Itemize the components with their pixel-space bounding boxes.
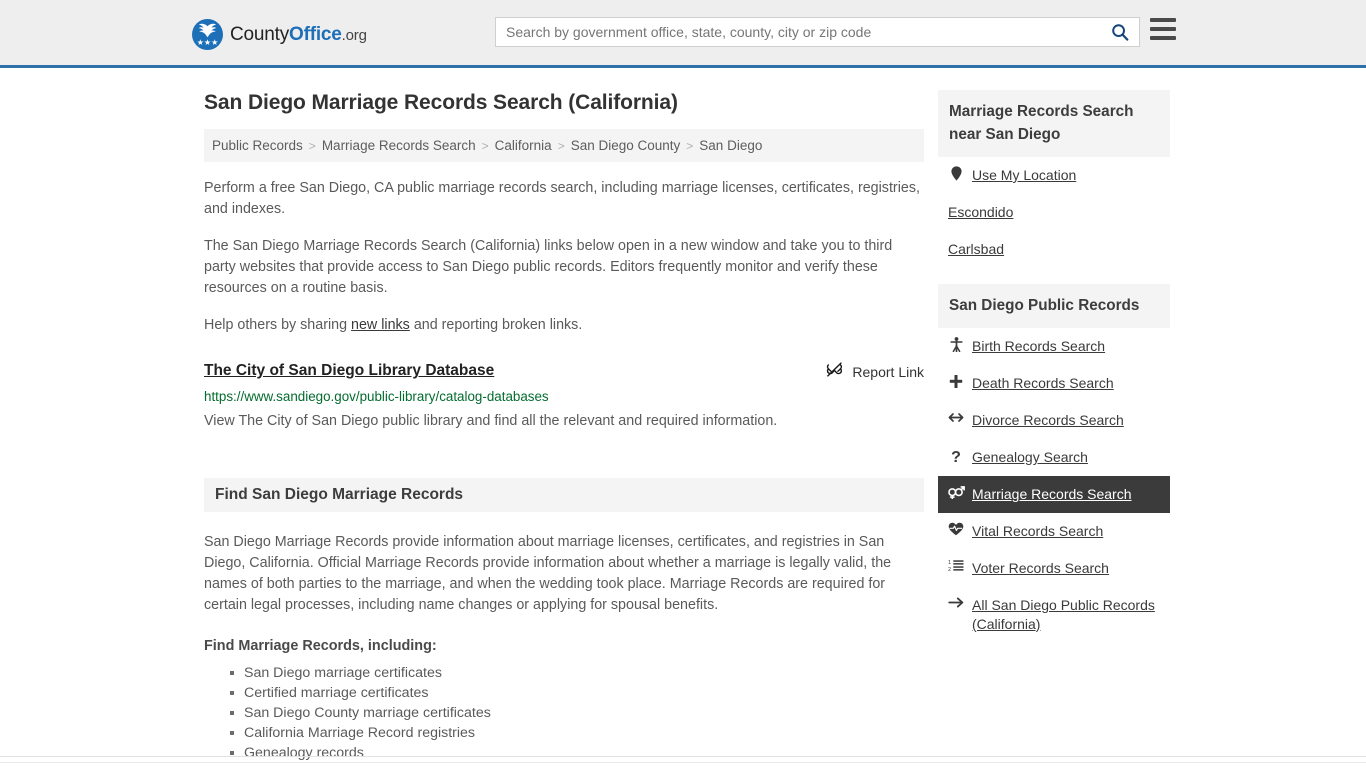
breadcrumb-item-san-diego[interactable]: San Diego bbox=[699, 138, 762, 153]
sidebar-item-voter-records[interactable]: 1 2 Voter Records Search bbox=[938, 550, 1170, 587]
breadcrumb: Public Records > Marriage Records Search… bbox=[204, 129, 924, 162]
marriage-records-bullet-list: San Diego marriage certificates Certifie… bbox=[204, 663, 924, 763]
hamburger-bar bbox=[1150, 36, 1176, 40]
result-url[interactable]: https://www.sandiego.gov/public-library/… bbox=[204, 388, 924, 406]
breadcrumb-item-california[interactable]: California bbox=[495, 138, 552, 153]
nearby-links-list: Use My Location Escondido Carlsbad bbox=[938, 157, 1170, 268]
list-item: San Diego marriage certificates bbox=[230, 663, 924, 683]
sidebar-item-label[interactable]: Escondido bbox=[948, 203, 1013, 222]
page-body: San Diego Marriage Records Search (Calif… bbox=[0, 68, 1366, 768]
map-pin-icon bbox=[946, 166, 966, 181]
sidebar-item-label[interactable]: Use My Location bbox=[972, 166, 1076, 185]
sidebar-item-label[interactable]: Divorce Records Search bbox=[972, 411, 1124, 430]
sidebar-item-use-my-location[interactable]: Use My Location bbox=[938, 157, 1170, 194]
section-heading: Find San Diego Marriage Records bbox=[204, 478, 924, 512]
list-item: California Marriage Record registries bbox=[230, 723, 924, 743]
public-records-links-list: Birth Records Search Death Records Searc… bbox=[938, 328, 1170, 643]
broken-link-icon bbox=[827, 362, 843, 377]
section-subheading: Find Marriage Records, including: bbox=[204, 638, 437, 654]
list-item: Genealogy records bbox=[230, 743, 924, 763]
search-bar[interactable] bbox=[495, 17, 1140, 47]
sidebar-item-label[interactable]: Voter Records Search bbox=[972, 559, 1109, 578]
breadcrumb-item-public-records[interactable]: Public Records bbox=[212, 138, 303, 153]
sidebar-item-marriage-records[interactable]: Marriage Records Search bbox=[938, 476, 1170, 513]
report-link-label: Report Link bbox=[852, 363, 924, 380]
sidebar-item-label[interactable]: All San Diego Public Records (California… bbox=[972, 596, 1162, 634]
eagle-shield-logo-icon: ★★★ bbox=[192, 19, 223, 50]
sidebar-item-genealogy-search[interactable]: ? Genealogy Search bbox=[938, 439, 1170, 476]
sidebar-item-vital-records[interactable]: Vital Records Search bbox=[938, 513, 1170, 550]
footer-divider-secondary bbox=[0, 762, 1366, 763]
records-panel-title: San Diego Public Records bbox=[938, 284, 1170, 328]
section-paragraph: San Diego Marriage Records provide infor… bbox=[204, 534, 892, 613]
result-header-row: The City of San Diego Library Database bbox=[204, 361, 924, 381]
ordered-list-icon: 1 2 bbox=[946, 559, 966, 572]
result-item: The City of San Diego Library Database R… bbox=[204, 361, 924, 431]
list-item: San Diego County marriage certificates bbox=[230, 703, 924, 723]
site-header: ★★★ CountyOffice.org bbox=[0, 0, 1366, 68]
list-item: Certified marriage certificates bbox=[230, 683, 924, 703]
intro-paragraph: Perform a free San Diego, CA public marr… bbox=[204, 180, 920, 217]
breadcrumb-item-san-diego-county[interactable]: San Diego County bbox=[571, 138, 681, 153]
arrows-left-right-icon bbox=[946, 411, 966, 424]
sidebar-item-escondido[interactable]: Escondido bbox=[938, 194, 1170, 231]
page-root: ★★★ CountyOffice.org San Diego Marriage bbox=[0, 0, 1366, 768]
hamburger-bar bbox=[1150, 18, 1176, 22]
result-title-link[interactable]: The City of San Diego Library Database bbox=[204, 361, 494, 381]
hamburger-menu-icon[interactable] bbox=[1150, 18, 1176, 40]
sidebar-item-carlsbad[interactable]: Carlsbad bbox=[938, 231, 1170, 268]
breadcrumb-item-marriage-records-search[interactable]: Marriage Records Search bbox=[322, 138, 476, 153]
sidebar: Marriage Records Search near San Diego U… bbox=[938, 90, 1170, 643]
sidebar-item-divorce-records[interactable]: Divorce Records Search bbox=[938, 402, 1170, 439]
three-stars-icon: ★★★ bbox=[196, 38, 219, 47]
secondary-paragraph: The San Diego Marriage Records Search (C… bbox=[204, 238, 893, 296]
footer-divider bbox=[0, 756, 1366, 757]
baby-icon bbox=[946, 337, 966, 352]
breadcrumb-separator-icon: > bbox=[686, 138, 694, 153]
main-content: San Diego Marriage Records Search (Calif… bbox=[204, 90, 924, 763]
content-wrapper: San Diego Marriage Records Search (Calif… bbox=[0, 68, 1366, 768]
new-links-link[interactable]: new links bbox=[351, 317, 410, 333]
brand-county: County bbox=[230, 23, 290, 45]
breadcrumb-separator-icon: > bbox=[557, 138, 565, 153]
sidebar-item-death-records[interactable]: Death Records Search bbox=[938, 365, 1170, 402]
help-paragraph: Help others by sharing new links and rep… bbox=[204, 315, 924, 336]
sidebar-item-birth-records[interactable]: Birth Records Search bbox=[938, 328, 1170, 365]
search-icon bbox=[1112, 24, 1129, 41]
arrow-right-icon bbox=[946, 596, 966, 609]
sidebar-item-label[interactable]: Birth Records Search bbox=[972, 337, 1105, 356]
breadcrumb-separator-icon: > bbox=[308, 138, 316, 153]
svg-text:2: 2 bbox=[948, 567, 951, 572]
sidebar-item-label[interactable]: Genealogy Search bbox=[972, 448, 1088, 467]
search-button[interactable] bbox=[1101, 18, 1139, 46]
sidebar-item-label[interactable]: Marriage Records Search bbox=[972, 485, 1132, 504]
heart-pulse-icon bbox=[946, 522, 966, 536]
search-input[interactable] bbox=[496, 18, 1101, 46]
breadcrumb-separator-icon: > bbox=[481, 138, 489, 153]
hamburger-bar bbox=[1150, 27, 1176, 31]
svg-text:1: 1 bbox=[948, 560, 951, 566]
brand-org: .org bbox=[341, 26, 367, 44]
result-description: View The City of San Diego public librar… bbox=[204, 413, 778, 429]
help-text-after: and reporting broken links. bbox=[409, 317, 583, 333]
help-text-before: Help others by sharing bbox=[204, 317, 352, 333]
sidebar-item-label[interactable]: Death Records Search bbox=[972, 374, 1114, 393]
question-mark-icon: ? bbox=[951, 449, 961, 466]
page-title: San Diego Marriage Records Search (Calif… bbox=[204, 91, 678, 114]
brand-office: Office bbox=[289, 23, 342, 45]
report-link-button[interactable]: Report Link bbox=[825, 362, 924, 381]
sidebar-item-label[interactable]: Vital Records Search bbox=[972, 522, 1103, 541]
cross-icon bbox=[946, 374, 966, 389]
sidebar-item-all-public-records[interactable]: All San Diego Public Records (California… bbox=[938, 587, 1170, 643]
nearby-panel-title: Marriage Records Search near San Diego bbox=[938, 90, 1170, 157]
sidebar-item-label[interactable]: Carlsbad bbox=[948, 240, 1004, 259]
brand-wordmark: CountyOffice.org bbox=[230, 24, 367, 46]
venus-mars-icon bbox=[946, 485, 966, 499]
site-logo-link[interactable]: ★★★ CountyOffice.org bbox=[192, 19, 367, 50]
